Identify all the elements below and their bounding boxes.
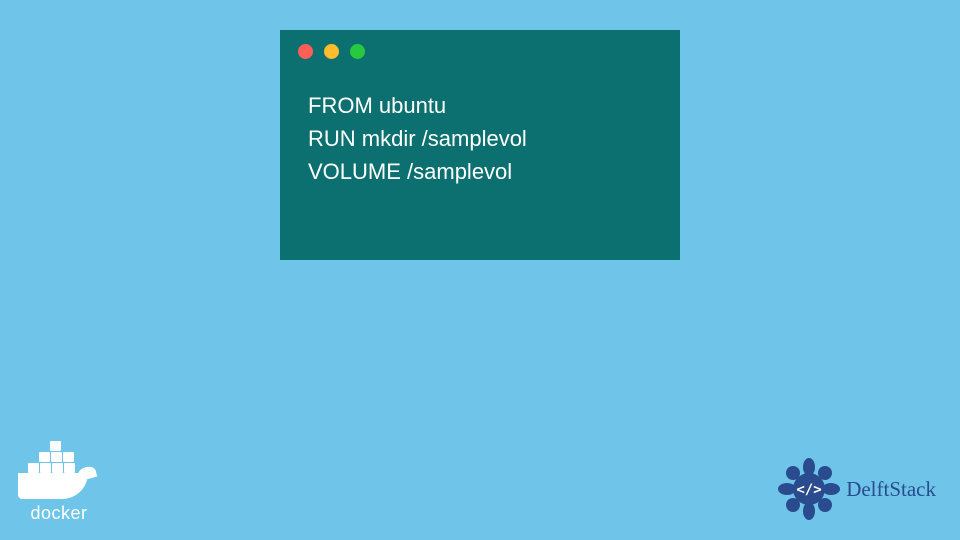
code-line: FROM ubuntu — [308, 89, 652, 122]
minimize-icon — [324, 44, 339, 59]
delftstack-logo: </> DelftStack — [778, 458, 936, 520]
code-line: RUN mkdir /samplevol — [308, 122, 652, 155]
window-traffic-lights — [280, 30, 680, 59]
code-window: FROM ubuntu RUN mkdir /samplevol VOLUME … — [280, 30, 680, 260]
docker-label: docker — [30, 503, 87, 524]
code-content: FROM ubuntu RUN mkdir /samplevol VOLUME … — [280, 59, 680, 188]
close-icon — [298, 44, 313, 59]
maximize-icon — [350, 44, 365, 59]
delftstack-badge-text: </> — [797, 482, 822, 498]
docker-whale-icon — [18, 461, 100, 501]
delftstack-badge-icon: </> — [778, 458, 840, 520]
delftstack-label: DelftStack — [846, 477, 936, 502]
code-line: VOLUME /samplevol — [308, 155, 652, 188]
docker-logo: docker — [18, 457, 100, 524]
